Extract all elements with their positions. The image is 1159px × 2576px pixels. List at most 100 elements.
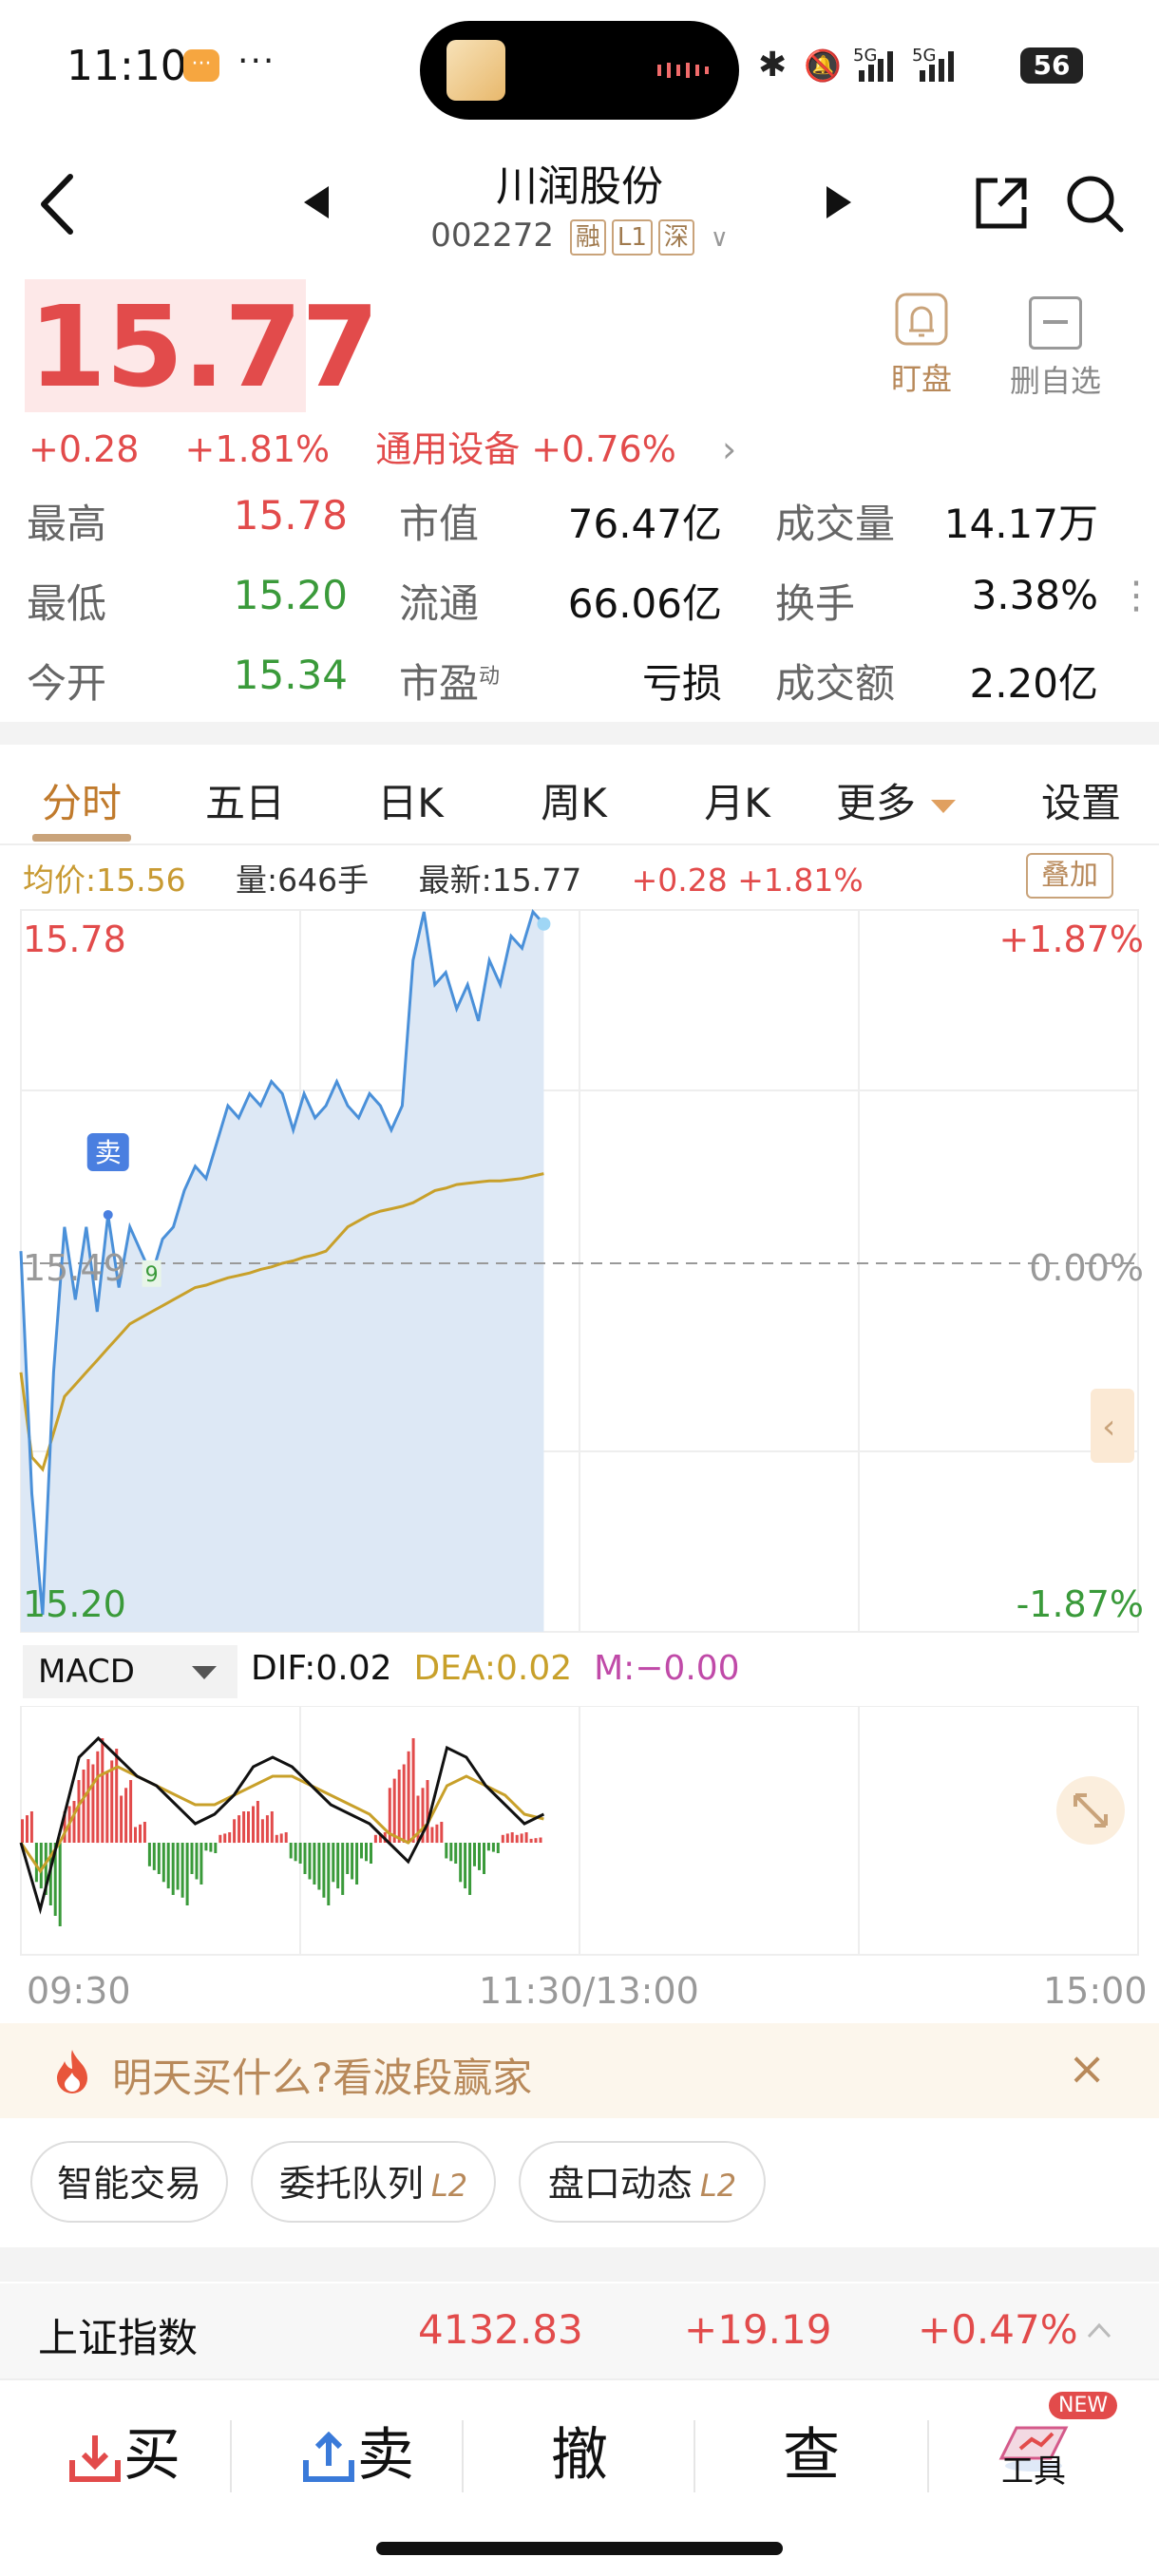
tab-five-day[interactable]: 五日 [198, 771, 293, 829]
signal-icons: ✱ 🔕 5G 5G [758, 46, 954, 85]
macd-bar [171, 1843, 175, 1895]
action-divider [694, 2420, 695, 2492]
macd-bar [289, 1843, 293, 1859]
change-row: +0.28 +1.81% 通用设备 +0.76% › [28, 420, 805, 472]
macd-bar [105, 1771, 109, 1844]
minus-icon [1029, 296, 1082, 350]
amount-label: 成交额 [775, 660, 896, 707]
macd-bar [214, 1843, 218, 1853]
chip-smart-trade-label: 智能交易 [56, 2163, 201, 2205]
macd-bar [91, 1764, 95, 1843]
stock-code: 002272 [430, 217, 555, 255]
delete-favorite-label: 删自选 [1009, 363, 1101, 399]
chip-smart-trade[interactable]: 智能交易 [30, 2141, 228, 2223]
macd-bar [515, 1834, 519, 1844]
chip-order-queue[interactable]: 委托队列 L2 [251, 2141, 496, 2223]
macd-bar [298, 1843, 302, 1864]
macd-chart[interactable] [0, 1706, 1159, 1962]
macd-bar [275, 1834, 278, 1844]
macd-bar [228, 1832, 232, 1843]
macd-bar [534, 1838, 538, 1843]
action-divider [927, 2420, 929, 2492]
overlay-button[interactable]: 叠加 [1026, 853, 1113, 899]
macd-bar [29, 1811, 33, 1843]
macd-bar [454, 1843, 458, 1864]
tab-weekly-k[interactable]: 周K [526, 771, 621, 829]
chevron-down-icon: ∨ [710, 224, 729, 253]
chevron-right-icon: › [721, 428, 737, 470]
chip-order-queue-badge: L2 [430, 2168, 468, 2204]
macd-bar [157, 1843, 161, 1874]
status-time: 11:10 [66, 42, 187, 90]
tab-monthly-k[interactable]: 月K [690, 771, 785, 829]
indicator-selector[interactable]: MACD [23, 1645, 238, 1698]
macd-bar [505, 1833, 509, 1843]
macd-bar [529, 1838, 533, 1843]
macd-bar [256, 1801, 259, 1843]
macd-bar [124, 1788, 128, 1844]
close-icon[interactable]: × [1068, 2042, 1106, 2095]
time-start: 09:30 [27, 1970, 131, 2012]
tab-intraday[interactable]: 分时 [34, 771, 129, 829]
home-indicator[interactable] [376, 2542, 783, 2555]
macd-bar [445, 1843, 448, 1859]
chip-tape-dynamics-badge: L2 [699, 2168, 737, 2204]
sell-marker-dot [103, 1209, 113, 1220]
macd-bar [110, 1760, 114, 1843]
tab-daily-k[interactable]: 日K [363, 771, 458, 829]
macd-bar [223, 1833, 227, 1843]
audio-wave-icon [657, 63, 709, 78]
more-vertical-icon[interactable]: ⋮ [1117, 574, 1155, 617]
macd-bar [195, 1843, 199, 1880]
macd-bar [279, 1833, 283, 1843]
next-stock-icon[interactable] [826, 186, 851, 218]
pe-sup: 动 [479, 665, 501, 689]
share-icon[interactable] [971, 173, 1032, 234]
tab-more[interactable]: 更多 [836, 771, 978, 829]
macd-bar [322, 1843, 326, 1898]
macd-bar [360, 1843, 363, 1859]
intraday-chart[interactable]: 卖 9 15.78 15.49 15.20 +1.87% 0.00% -1.87%… [0, 902, 1159, 1643]
macd-bar [478, 1843, 481, 1870]
macd-bar [464, 1843, 467, 1889]
latest-price: 最新:15.77 [418, 862, 582, 899]
index-value: 4132.83 [418, 2306, 583, 2353]
buy-button[interactable]: 买 [38, 2394, 209, 2517]
y-right-top: +1.87% [998, 919, 1144, 960]
float-value: 66.06亿 [567, 580, 722, 627]
macd-bar [58, 1843, 62, 1926]
delete-favorite-button[interactable]: 删自选 [1003, 285, 1108, 401]
macd-bar [134, 1827, 137, 1843]
buy-marker-label: 9 [145, 1263, 159, 1287]
macd-bar [139, 1824, 142, 1844]
macd-bar [486, 1843, 490, 1851]
index-change-pct: +0.47% [918, 2306, 1078, 2353]
caret-down-icon [192, 1666, 217, 1679]
mktcap-label: 市值 [399, 501, 480, 547]
cancel-order-button[interactable]: 撤 [494, 2394, 665, 2517]
macd-bar [313, 1843, 316, 1885]
macd-bar [510, 1832, 514, 1843]
macd-bar [407, 1751, 410, 1844]
macd-bar [86, 1759, 90, 1843]
macd-bar [449, 1843, 453, 1862]
macd-bar [308, 1843, 312, 1880]
more-dots: ··· [238, 42, 276, 81]
macd-dea: DEA:0.02 [413, 1649, 573, 1688]
sell-label: 卖 [357, 2422, 414, 2489]
chevron-up-icon[interactable] [1085, 2316, 1113, 2344]
watch-button[interactable]: 盯盘 [874, 285, 969, 399]
sell-button[interactable]: 卖 [272, 2394, 443, 2517]
query-button[interactable]: 查 [726, 2394, 897, 2517]
pe-value: 亏损 [641, 660, 722, 707]
tab-settings[interactable]: 设置 [1032, 771, 1130, 829]
low-label: 最低 [27, 580, 107, 627]
sector-link[interactable]: 通用设备 +0.76% › [375, 428, 770, 470]
chip-tape-dynamics[interactable]: 盘口动态 L2 [519, 2141, 766, 2223]
search-icon[interactable] [1064, 173, 1125, 234]
macd-info: DIF:0.02 DEA:0.02 M:−0.00 [251, 1649, 740, 1688]
high-label: 最高 [27, 501, 107, 547]
action-divider [462, 2420, 464, 2492]
y-left-bottom: 15.20 [23, 1583, 126, 1625]
macd-bar [294, 1843, 297, 1862]
